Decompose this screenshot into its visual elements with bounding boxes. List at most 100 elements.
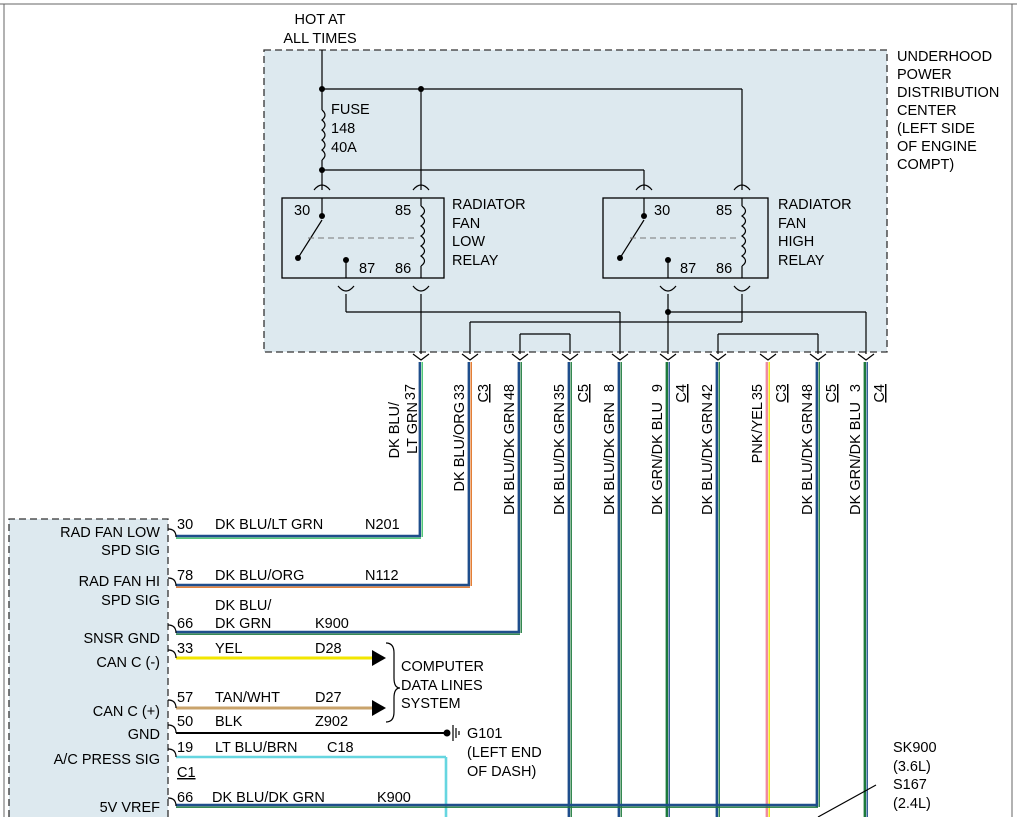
svg-text:DISTRIBUTION: DISTRIBUTION <box>897 85 999 101</box>
harness-wire-label-6: DK BLU/DK GRN <box>700 402 716 515</box>
svg-text:30: 30 <box>177 517 193 533</box>
harness-wire-label-1: DK BLU/ORG <box>452 402 468 491</box>
signal-label-low-1: RAD FAN LOW <box>60 525 160 541</box>
connector-label-9: C4 <box>872 384 888 403</box>
diagram-canvas: HOT AT ALL TIMES UNDERHOOD POWER DISTRIB… <box>0 3 1017 818</box>
svg-text:Z902: Z902 <box>315 714 348 730</box>
module-terminal-gnd <box>167 724 177 734</box>
can-neg-arrow <box>372 650 386 666</box>
harness-wire-label-7: PNK/YEL <box>750 402 766 463</box>
signal-label-hi-1: RAD FAN HI <box>79 574 160 590</box>
svg-text:FUSE: FUSE <box>331 102 370 118</box>
relay-high-pin-30: 30 <box>654 203 670 219</box>
connector-terminal-7 <box>759 353 777 361</box>
svg-text:TAN/WHT: TAN/WHT <box>215 690 280 706</box>
svg-text:COMPUTER: COMPUTER <box>401 659 484 675</box>
signal-label-low-2: SPD SIG <box>101 543 160 559</box>
connector-label-8: C5 <box>824 384 840 403</box>
svg-text:RELAY: RELAY <box>778 253 825 269</box>
svg-text:K900: K900 <box>377 790 411 806</box>
harness-wire-label-8: DK BLU/DK GRN <box>800 402 816 515</box>
relay-high-pin-86: 86 <box>716 261 732 277</box>
harness-wire-label-0-0: DK BLU/ <box>387 401 403 458</box>
svg-text:COMPT): COMPT) <box>897 157 954 173</box>
svg-text:RADIATOR: RADIATOR <box>452 197 526 213</box>
svg-text:N201: N201 <box>365 517 400 533</box>
svg-text:DATA LINES: DATA LINES <box>401 678 483 694</box>
pin-number-8: 48 <box>800 384 816 400</box>
svg-text:OF DASH): OF DASH) <box>467 764 536 780</box>
svg-text:D27: D27 <box>315 690 342 706</box>
hot-label-2: ALL TIMES <box>283 31 356 47</box>
connector-terminal-6 <box>709 353 727 361</box>
svg-text:FAN: FAN <box>452 216 480 232</box>
ground-label: G101 (LEFT END OF DASH) <box>467 726 542 780</box>
module-terminal-snsr-gnd <box>167 624 177 634</box>
pin-number-4: 8 <box>602 384 618 392</box>
connector-label-5: C4 <box>674 384 690 403</box>
svg-text:40A: 40A <box>331 140 357 156</box>
relay-low-pin-86: 86 <box>395 261 411 277</box>
svg-text:78: 78 <box>177 568 193 584</box>
svg-text:BLK: BLK <box>215 714 243 730</box>
svg-text:DK BLU/LT GRN: DK BLU/LT GRN <box>215 517 323 533</box>
can-pos-arrow <box>372 700 386 716</box>
harness-wire-label-3: DK BLU/DK GRN <box>552 402 568 515</box>
harness-wire-label-0-1: LT GRN <box>405 402 421 454</box>
svg-text:DK BLU/DK GRN: DK BLU/DK GRN <box>212 790 325 806</box>
harness-wire-label-9: DK GRN/DK BLU <box>848 402 864 515</box>
connector-terminal-2 <box>511 353 529 361</box>
signal-label-gnd: GND <box>128 727 160 743</box>
wiring-diagram: HOT AT ALL TIMES UNDERHOOD POWER DISTRIB… <box>0 0 1017 818</box>
harness-wire-label-5: DK GRN/DK BLU <box>650 402 666 515</box>
svg-text:S167: S167 <box>893 777 927 793</box>
module-terminal-ac-press <box>167 748 177 758</box>
svg-text:UNDERHOOD: UNDERHOOD <box>897 49 992 65</box>
relay-low-pin-30: 30 <box>294 203 310 219</box>
module-terminal-hi <box>167 577 177 587</box>
svg-text:G101: G101 <box>467 726 502 742</box>
svg-text:148: 148 <box>331 121 355 137</box>
pin-number-1: 33 <box>452 384 468 400</box>
connector-terminal-1 <box>461 353 479 361</box>
svg-text:(LEFT SIDE: (LEFT SIDE <box>897 121 975 137</box>
connector-terminal-3 <box>561 353 579 361</box>
svg-text:SK900: SK900 <box>893 740 937 756</box>
connector-label-7: C3 <box>774 384 790 403</box>
svg-text:66: 66 <box>177 616 193 632</box>
harness-wire-label-2: DK BLU/DK GRN <box>502 402 518 515</box>
svg-text:CENTER: CENTER <box>897 103 957 119</box>
svg-text:RELAY: RELAY <box>452 253 499 269</box>
ground-symbol <box>443 725 460 741</box>
updc-label: UNDERHOOD POWER DISTRIBUTION CENTER (LEF… <box>897 49 999 173</box>
pin-number-6: 42 <box>700 384 716 400</box>
svg-text:C18: C18 <box>327 740 354 756</box>
svg-text:DK GRN: DK GRN <box>215 616 271 632</box>
svg-text:FAN: FAN <box>778 216 806 232</box>
svg-text:50: 50 <box>177 714 193 730</box>
harness-wire-labels: DK BLU/LT GRN DK BLU/ORG DK BLU/DK GRN DK B… <box>387 401 864 515</box>
svg-text:66: 66 <box>177 790 193 806</box>
signal-label-can-pos: CAN C (+) <box>93 704 160 720</box>
module-terminal-can-neg <box>167 649 177 659</box>
module-terminal-5v-vref <box>167 797 177 807</box>
connector-label-1: C3 <box>476 384 492 403</box>
svg-text:HIGH: HIGH <box>778 234 814 250</box>
pin-number-2: 48 <box>502 384 518 400</box>
svg-text:RADIATOR: RADIATOR <box>778 197 852 213</box>
svg-text:DK BLU/: DK BLU/ <box>215 598 272 614</box>
signal-label-can-neg: CAN C (-) <box>96 655 160 671</box>
module-connector-label: C1 <box>177 765 196 781</box>
pin-number-9: 3 <box>848 384 864 392</box>
connector-terminal-5 <box>659 353 677 361</box>
svg-text:33: 33 <box>177 641 193 657</box>
data-lines-label: COMPUTER DATA LINES SYSTEM <box>401 659 484 712</box>
svg-text:(3.6L): (3.6L) <box>893 759 931 775</box>
module-terminal-can-pos <box>167 699 177 709</box>
pin-number-3: 35 <box>552 384 568 400</box>
signal-label-snsr-gnd: SNSR GND <box>83 631 160 647</box>
svg-text:YEL: YEL <box>215 641 242 657</box>
splice-label: SK900 (3.6L) S167 (2.4L) <box>893 740 937 812</box>
pin-number-0: 37 <box>403 384 419 400</box>
svg-text:LOW: LOW <box>452 234 485 250</box>
